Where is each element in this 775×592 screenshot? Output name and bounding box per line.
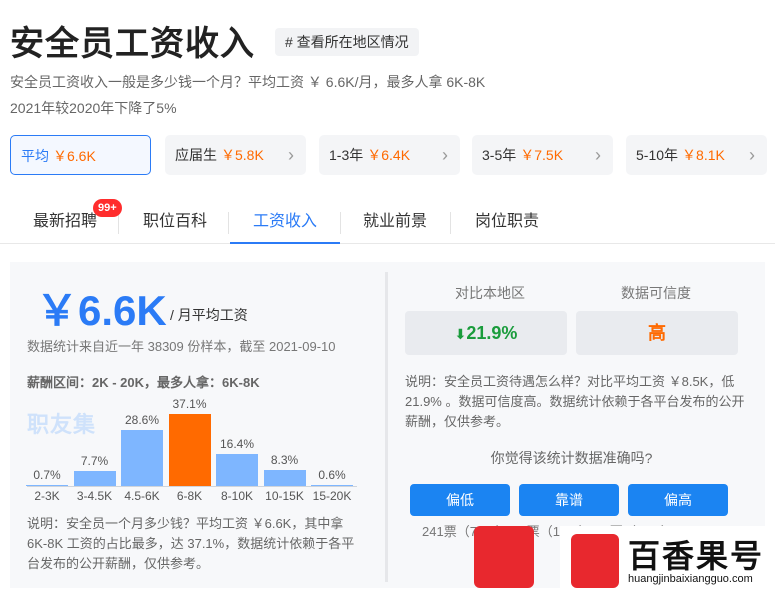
trend-line: 2021年较2020年下降了5% <box>10 100 177 116</box>
tab-encyclopedia[interactable]: 职位百科 <box>132 200 218 244</box>
compare-description: 说明：安全员工资待遇怎么样？对比平均工资 ￥8.5K，低 21.9% 。数据可信… <box>405 374 745 429</box>
chart-bar <box>121 430 163 486</box>
salary-range: 薪酬区间：2K - 20K，最多人拿：6K-8K <box>27 375 260 390</box>
bar-category-label: 3-4.5K <box>76 489 113 503</box>
exp-value: ￥7.5K <box>520 147 564 163</box>
page: 安全员工资收入 # 查看所在地区情况 安全员工资收入一般是多少钱一个月？平均工资… <box>0 0 775 592</box>
vote-reliable-button[interactable]: 靠谱 <box>519 484 619 516</box>
exp-label: 平均 <box>21 148 49 164</box>
chart-bar <box>216 454 258 486</box>
bar-category-label: 2-3K <box>34 489 60 503</box>
chart-bar <box>168 414 211 486</box>
feedback-question: 你觉得该统计数据准确吗? <box>490 450 653 466</box>
bar-category-label: 15-20K <box>312 489 352 503</box>
exp-value: ￥5.8K <box>221 147 264 163</box>
bar-value-label: 7.7% <box>80 454 109 469</box>
bar-value-label: 28.6% <box>124 413 160 428</box>
chart-bar <box>73 471 116 486</box>
reliability-header: 数据可信度 <box>621 285 691 301</box>
tab-salary[interactable]: 工资收入 <box>230 200 340 244</box>
exp-tab-average[interactable]: 平均 ￥6.6K <box>10 135 151 175</box>
exp-value: ￥6.6K <box>53 148 96 164</box>
bar-value-label: 8.3% <box>270 452 299 467</box>
brand-name: 百香果号 <box>628 538 765 574</box>
panel-divider <box>385 272 388 582</box>
salary-description: 说明：安全员一个月多少钱？平均工资 ￥6.6K，其中拿 6K-8K 工资的占比最… <box>27 516 355 571</box>
exp-label: 1-3年 <box>329 147 364 163</box>
exp-value: ￥8.1K <box>682 147 725 163</box>
chevron-right-icon: › <box>595 145 601 165</box>
bar-value-label: 0.7% <box>33 467 61 482</box>
bar-value-label: 16.4% <box>219 437 255 452</box>
exp-label: 3-5年 <box>482 147 517 163</box>
brand-domain: huangjinbaixiangguo.com <box>628 573 753 585</box>
compare-header: 对比本地区 <box>455 285 525 301</box>
tab-duties[interactable]: 岗位职责 <box>464 200 550 244</box>
exp-tab-5-10[interactable]: 5-10年 ￥8.1K › <box>626 135 767 175</box>
bar-category-label: 6-8K <box>176 489 203 503</box>
summary-line: 安全员工资收入一般是多少钱一个月？平均工资 ￥ 6.6K/月，最多人拿 6K-8… <box>10 74 486 90</box>
bar-value-label: 0.6% <box>318 467 346 482</box>
exp-tab-1-3[interactable]: 1-3年 ￥6.4K › <box>319 135 460 175</box>
exp-tab-graduate[interactable]: 应届生 ￥5.8K › <box>165 135 306 175</box>
exp-value: ￥6.4K <box>367 147 411 163</box>
vote-high-button[interactable]: 偏高 <box>628 484 728 516</box>
chevron-right-icon: › <box>749 145 755 165</box>
average-salary: ￥6.6K <box>36 287 167 334</box>
compare-value-box: ⬇21.9% <box>405 311 567 355</box>
arrow-down-icon: ⬇ <box>454 326 467 342</box>
bar-category-label: 4.5-6K <box>124 489 160 503</box>
experience-filter: 平均 ￥6.6K 应届生 ￥5.8K › 1-3年 ￥6.4K › 3-5年 ￥7.5K › … <box>10 135 770 175</box>
average-salary-unit: / 月平均工资 <box>170 307 248 323</box>
reliability-value: 高 <box>576 311 738 355</box>
sample-source: 数据统计来自近一年 38309 份样本，截至 2021-09-10 <box>27 339 336 354</box>
tab-divider <box>340 212 341 234</box>
tab-prospects[interactable]: 就业前景 <box>352 200 438 244</box>
tab-divider <box>450 212 451 234</box>
region-link-button[interactable]: # 查看所在地区情况 <box>275 28 419 56</box>
brand-logo-icon <box>474 526 534 588</box>
chevron-right-icon: › <box>442 145 448 165</box>
page-title: 安全员工资收入 <box>10 25 255 63</box>
bar-category-label: 8-10K <box>220 489 254 503</box>
compare-delta: 21.9% <box>466 323 518 343</box>
brand-logo-icon <box>571 534 619 588</box>
bar-category-label: 10-15K <box>265 489 304 503</box>
exp-label: 5-10年 <box>636 147 679 163</box>
chevron-right-icon: › <box>288 145 294 165</box>
chart-bar <box>263 469 306 486</box>
vote-low-button[interactable]: 偏低 <box>410 484 510 516</box>
bar-value-label: 37.1% <box>172 397 207 411</box>
exp-tab-3-5[interactable]: 3-5年 ￥7.5K › <box>472 135 613 175</box>
new-jobs-badge: 99+ <box>93 199 122 217</box>
exp-label: 应届生 <box>175 147 217 163</box>
chart-axis <box>27 486 357 487</box>
tab-divider <box>228 212 229 234</box>
watermark-text: 职友集 <box>27 412 97 437</box>
